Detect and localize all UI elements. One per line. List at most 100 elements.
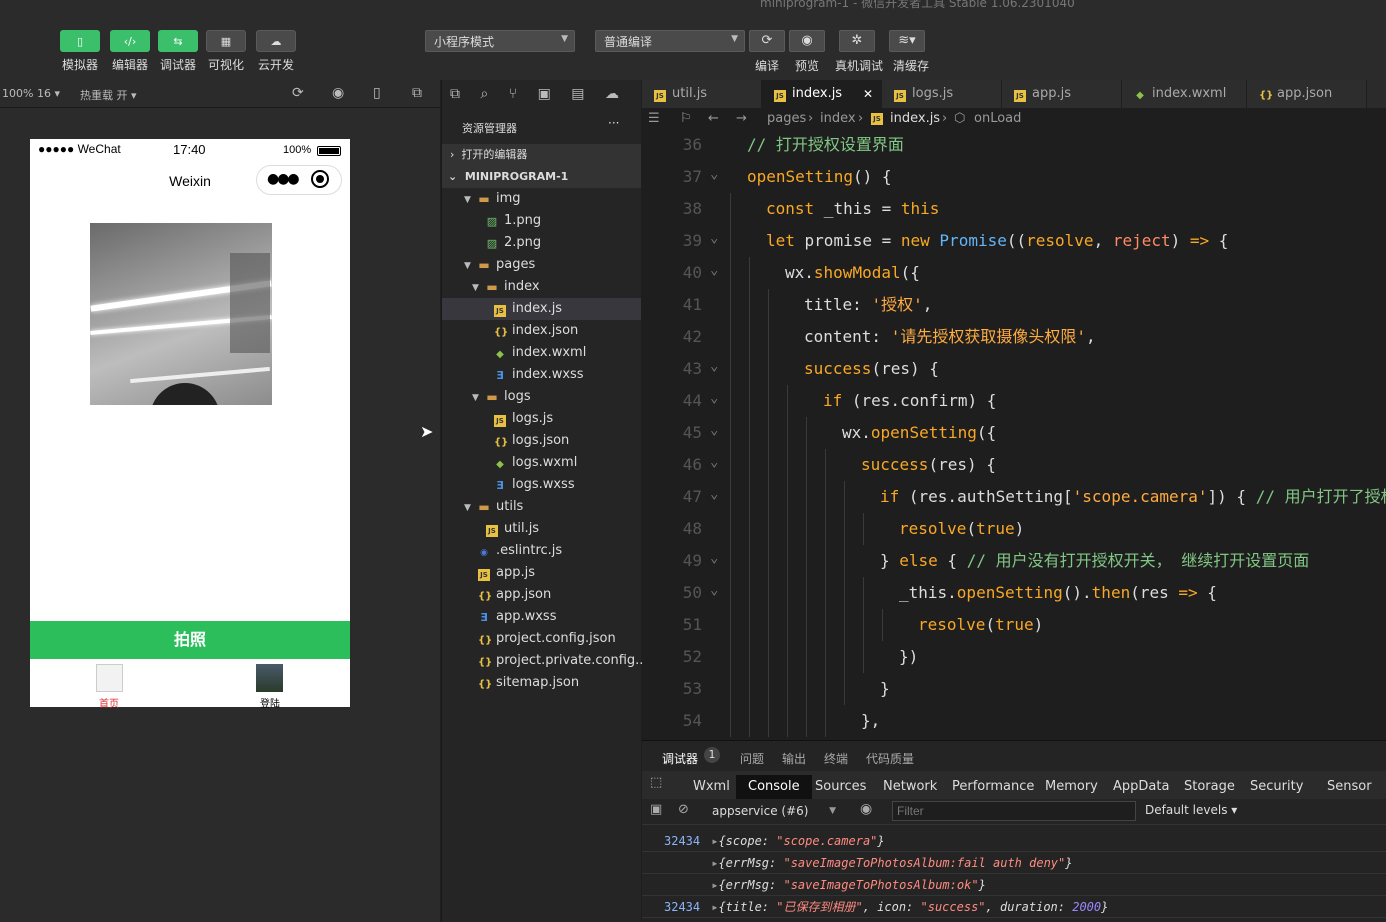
fold-icon[interactable]: ⌄ (710, 449, 718, 475)
expand-icon[interactable]: ▸ (704, 834, 718, 848)
fold-icon[interactable]: ⌄ (710, 353, 718, 379)
code-line[interactable]: 43 ⌄ success(res) { (642, 353, 1386, 385)
tree-item[interactable]: {} project.config.json (442, 628, 641, 650)
fold-icon[interactable]: ⌄ (710, 385, 718, 411)
expand-icon[interactable]: ▸ (704, 856, 718, 870)
tab-output[interactable]: 输出 (782, 750, 806, 767)
tree-item[interactable]: ▨ 2.png (442, 232, 641, 254)
sidebar-toggle-icon[interactable]: ▣ (650, 802, 662, 817)
tree-item[interactable]: JS util.js (442, 518, 641, 540)
outline-icon[interactable]: ☰ (648, 108, 660, 130)
record-icon[interactable]: ◉ (332, 85, 344, 101)
tree-item[interactable]: Ǝlogs.wxss (442, 474, 641, 496)
fold-icon[interactable]: ⌄ (710, 417, 718, 443)
tab-security[interactable]: Security (1250, 775, 1303, 799)
project-section[interactable]: ⌄ MINIPROGRAM-1 (442, 166, 641, 188)
simulator-button[interactable]: ▯ 模拟器 (60, 30, 100, 73)
files-icon[interactable]: ⧉ (450, 86, 460, 102)
code-line[interactable]: 51 resolve(true) (642, 609, 1386, 641)
fold-icon[interactable]: ⌄ (710, 577, 718, 603)
code-line[interactable]: 49 ⌄} else { // 用户没有打开授权开关， 继续打开设置页面 (642, 545, 1386, 577)
tab-sensor[interactable]: Sensor (1327, 775, 1372, 799)
console-filter-input[interactable] (892, 801, 1136, 821)
git-icon[interactable]: ⑂ (509, 86, 517, 102)
tab-storage[interactable]: Storage (1184, 775, 1235, 799)
device-icon[interactable]: ▯ (373, 85, 381, 101)
tree-item[interactable]: ◉ .eslintrc.js (442, 540, 641, 562)
breadcrumb-item[interactable]: index (820, 108, 856, 130)
code-editor[interactable]: 36 // 打开授权设置界面 37 ⌄ openSetting() {38 const _… (642, 130, 1386, 740)
tree-item[interactable]: ▼ ▬ index (442, 276, 641, 298)
tree-item[interactable]: ◆ logs.wxml (442, 452, 641, 474)
tree-item[interactable]: {} logs.json (442, 430, 641, 452)
console-log-row[interactable]: 32434 ▸{scope: "scope.camera"} (642, 830, 1386, 852)
zoom-select[interactable]: 100% 16 ▾ (2, 87, 60, 100)
code-line[interactable]: 41 title: '授权', (642, 289, 1386, 321)
tree-item[interactable]: ▼ ▬ img (442, 188, 641, 210)
tab-code-quality[interactable]: 代码质量 (866, 750, 914, 767)
code-line[interactable]: 50 ⌄ _this.openSetting().then(res => { (642, 577, 1386, 609)
fold-icon[interactable]: ⌄ (710, 257, 718, 283)
rotate-icon[interactable]: ⟳ (292, 85, 304, 101)
tab-wxml[interactable]: Wxml (693, 775, 730, 799)
code-line[interactable]: 42 content: '请先授权获取摄像头权限', (642, 321, 1386, 353)
code-line[interactable]: 46 ⌄ success(res) { (642, 449, 1386, 481)
back-icon[interactable]: ← (708, 108, 719, 130)
inspect-icon[interactable]: ⬚ (650, 775, 662, 790)
tab-console[interactable]: Console (736, 775, 812, 799)
tree-item[interactable]: {} app.json (442, 584, 641, 606)
tab-memory[interactable]: Memory (1045, 775, 1098, 799)
log-levels-select[interactable]: Default levels ▾ (1145, 803, 1237, 817)
tab-terminal[interactable]: 终端 (824, 750, 848, 767)
code-line[interactable]: 44 ⌄ if (res.confirm) { (642, 385, 1386, 417)
editor-tab[interactable]: ◆ index.wxml (1122, 80, 1247, 108)
code-line[interactable]: 54}, (642, 705, 1386, 737)
code-line[interactable]: 48 resolve(true) (642, 513, 1386, 545)
open-editors-section[interactable]: › 打开的编辑器 (442, 144, 641, 166)
bug-icon[interactable]: ✲ (839, 30, 875, 52)
tree-item[interactable]: ◆ index.wxml (442, 342, 641, 364)
search-icon[interactable]: ⌕ (480, 86, 488, 102)
tree-item[interactable]: {} project.private.config... (442, 650, 648, 672)
code-line[interactable]: 37 ⌄ openSetting() { (642, 161, 1386, 193)
tree-item[interactable]: ▼ ▬ logs (442, 386, 641, 408)
editor-button[interactable]: ‹/› 编辑器 (110, 30, 150, 73)
code-line[interactable]: 39 ⌄ let promise = new Promise((resolve, r… (642, 225, 1386, 257)
eye-icon[interactable]: ◉ (860, 801, 872, 817)
console-log-row[interactable]: 32434 ▸{title: "已保存到相册", icon: "success"… (642, 896, 1386, 918)
tab-debugger[interactable]: 调试器 (662, 750, 698, 767)
clear-console-icon[interactable]: ⊘ (678, 802, 689, 817)
breadcrumb-item[interactable]: index.js (890, 108, 940, 130)
remote-debug-label[interactable]: 真机调试 (835, 57, 883, 74)
expand-icon[interactable]: ▸ (704, 878, 718, 892)
tab-network[interactable]: Network (883, 775, 937, 799)
code-line[interactable]: 52}) (642, 641, 1386, 673)
tree-item[interactable]: JS app.js (442, 562, 641, 584)
expand-icon[interactable]: ▸ (704, 900, 718, 914)
close-icon[interactable]: ✕ (863, 80, 873, 108)
code-line[interactable]: 53} (642, 673, 1386, 705)
docker-icon[interactable]: ☁ (605, 86, 619, 102)
extensions-icon[interactable]: ▣ (538, 86, 551, 102)
bookmark-icon[interactable]: ⚐ (680, 108, 692, 130)
refresh-icon[interactable]: ⟳ (749, 30, 785, 52)
editor-tab[interactable]: JS app.js (1002, 80, 1122, 108)
login-tab-icon[interactable] (256, 664, 283, 692)
forward-icon[interactable]: → (736, 108, 747, 130)
context-select[interactable]: appservice (#6) ▼ (708, 801, 842, 821)
tree-item[interactable]: Ǝindex.wxss (442, 364, 641, 386)
mode-select[interactable]: 小程序模式 ▼ (425, 30, 575, 52)
console-log-row[interactable]: ▸{errMsg: "saveImageToPhotosAlbum:ok"} (642, 874, 1386, 896)
compile-select[interactable]: 普通编译 ▼ (595, 30, 745, 52)
tree-item[interactable]: JS logs.js (442, 408, 641, 430)
code-line[interactable]: 38 const _this = this (642, 193, 1386, 225)
more-icon[interactable]: ●●● (267, 171, 300, 187)
tab-sources[interactable]: Sources (815, 775, 866, 799)
layers-icon[interactable]: ≋▾ (889, 30, 925, 52)
eye-icon[interactable]: ◉ (789, 30, 825, 52)
tree-item[interactable]: {} index.json (442, 320, 641, 342)
more-icon[interactable]: ··· (608, 116, 619, 130)
preview-label[interactable]: 预览 (795, 57, 819, 74)
tree-item[interactable]: {} sitemap.json (442, 672, 641, 694)
breadcrumb-item[interactable]: onLoad (974, 108, 1021, 130)
